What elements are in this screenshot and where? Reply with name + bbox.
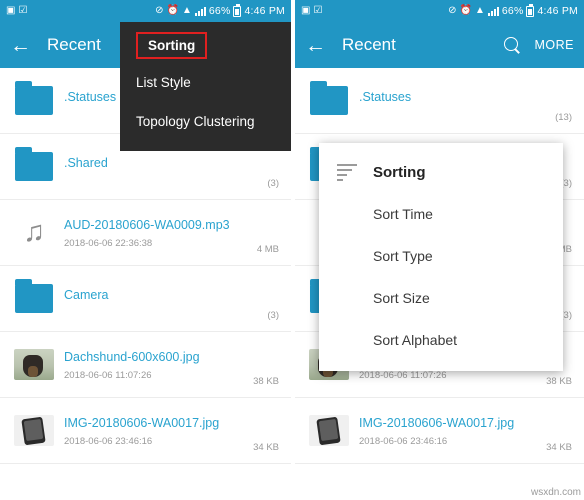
list-item[interactable]: IMG-20180606-WA0017.jpg 2018-06-06 23:46…	[294, 398, 584, 464]
battery-icon	[526, 3, 535, 17]
menu-item-sort-alphabet[interactable]: Sort Alphabet	[319, 319, 563, 361]
file-name: .Shared	[64, 156, 108, 170]
menu-item-sort-size[interactable]: Sort Size	[319, 277, 563, 319]
file-name: AUD-20180606-WA0009.mp3	[64, 217, 230, 232]
sorting-menu[interactable]: Sorting Sort Time Sort Type Sort Size So…	[318, 143, 563, 371]
file-size: 34 KB	[546, 442, 572, 453]
list-item-meta: IMG-20180606-WA0017.jpg 2018-06-06 23:46…	[351, 415, 546, 447]
list-item-meta: .Shared	[56, 156, 267, 176]
wifi-icon: ▲	[474, 5, 485, 16]
list-item-meta: AUD-20180606-WA0009.mp3 2018-06-06 22:36…	[56, 217, 257, 249]
list-item[interactable]: Camera (3)	[0, 266, 291, 332]
list-item[interactable]: Dachshund-600x600.jpg 2018-06-06 11:07:2…	[0, 332, 291, 398]
file-date: 2018-06-06 23:46:16	[64, 435, 153, 447]
file-name: IMG-20180606-WA0017.jpg	[358, 415, 515, 430]
list-item-meta: .Statuses	[351, 90, 555, 110]
mute-icon: ⊘	[448, 5, 457, 16]
folder-icon	[12, 147, 56, 181]
folder-icon	[307, 81, 351, 115]
app-bar-actions: MORE	[503, 36, 575, 54]
sim-icon: ▣	[6, 5, 16, 16]
menu-item-sorting[interactable]: Sorting	[136, 32, 208, 59]
file-date: 2018-06-06 11:07:26	[358, 369, 447, 381]
status-bar-right: ▣ ☑ ⊘ ⏰ ▲ 66% 4:46 PM	[294, 0, 584, 22]
alarm-icon: ⏰	[459, 5, 472, 16]
watermark: wsxdn.com	[530, 487, 581, 498]
file-size: 4 MB	[256, 244, 279, 255]
list-item[interactable]: .Statuses (13)	[294, 68, 584, 134]
music-note-icon: ♫	[23, 216, 45, 248]
clock: 4:46 PM	[244, 5, 285, 17]
back-arrow-icon[interactable]: ←	[305, 35, 326, 56]
status-bar-right-icons: ⊘ ⏰ ▲ 66% 4:46 PM	[155, 3, 285, 17]
screenshot-root: ▣ ☑ ⊘ ⏰ ▲ 66% 4:46 PM ← Recent .Statuses	[0, 0, 584, 500]
battery-percent: 66%	[501, 5, 524, 17]
file-name: IMG-20180606-WA0017.jpg	[64, 415, 220, 430]
mute-icon: ⊘	[155, 5, 164, 16]
list-item-meta: IMG-20180606-WA0017.jpg 2018-06-06 23:46…	[56, 415, 253, 447]
more-button[interactable]: MORE	[535, 38, 575, 52]
image-thumbnail	[307, 415, 351, 446]
menu-item-list-style[interactable]: List Style	[120, 63, 291, 102]
overflow-menu-left[interactable]: Sorting List Style Topology Clustering	[120, 22, 291, 151]
sorting-menu-title: Sorting	[372, 163, 426, 181]
signal-icon	[487, 6, 499, 16]
page-title: Recent	[341, 35, 396, 54]
back-arrow-icon[interactable]: ←	[10, 35, 31, 56]
file-size: 38 KB	[546, 376, 572, 387]
folder-icon	[12, 81, 56, 115]
battery-percent: 66%	[208, 5, 231, 17]
search-icon[interactable]	[503, 36, 521, 54]
sd-card-icon: ☑	[18, 5, 28, 16]
sort-list-icon	[336, 161, 359, 183]
list-item-meta: Camera	[56, 288, 267, 308]
menu-item-sort-type[interactable]: Sort Type	[319, 235, 563, 277]
app-bar-right: ← Recent MORE	[294, 22, 584, 68]
left-phone-screen: ▣ ☑ ⊘ ⏰ ▲ 66% 4:46 PM ← Recent .Statuses	[0, 0, 291, 500]
file-name: Dachshund-600x600.jpg	[64, 349, 200, 364]
status-bar-left: ▣ ☑ ⊘ ⏰ ▲ 66% 4:46 PM	[0, 0, 291, 22]
signal-icon	[194, 6, 206, 16]
image-thumbnail	[12, 415, 56, 446]
alarm-icon: ⏰	[166, 5, 179, 16]
list-item[interactable]: IMG-20180606-WA0017.jpg 2018-06-06 23:46…	[0, 398, 291, 464]
image-thumbnail	[12, 349, 56, 380]
list-item-meta: Dachshund-600x600.jpg 2018-06-06 11:07:2…	[56, 349, 253, 381]
menu-item-topology-clustering[interactable]: Topology Clustering	[120, 102, 291, 141]
clock: 4:46 PM	[537, 5, 578, 17]
file-size: 34 KB	[253, 442, 279, 453]
file-size: (3)	[267, 178, 279, 189]
sorting-menu-header: Sorting	[319, 149, 563, 193]
file-name: .Statuses	[358, 90, 412, 104]
sd-card-icon: ☑	[313, 5, 323, 16]
sim-icon: ▣	[300, 5, 311, 16]
file-size: (3)	[267, 310, 279, 321]
file-date: 2018-06-06 11:07:26	[64, 369, 152, 381]
right-phone-screen: ▣ ☑ ⊘ ⏰ ▲ 66% 4:46 PM ← Recent MORE .Sta…	[294, 0, 584, 500]
list-item[interactable]: ♫ AUD-20180606-WA0009.mp3 2018-06-06 22:…	[0, 200, 291, 266]
menu-item-sort-time[interactable]: Sort Time	[319, 193, 563, 235]
file-size: 38 KB	[253, 376, 279, 387]
page-title: Recent	[47, 35, 101, 54]
status-bar-left-icons: ▣ ☑	[301, 6, 322, 16]
folder-icon	[12, 279, 56, 313]
file-date: 2018-06-06 23:46:16	[358, 435, 448, 447]
file-date: 2018-06-06 22:36:38	[64, 237, 153, 249]
file-name: Camera	[64, 288, 109, 302]
file-size: (13)	[555, 112, 572, 123]
status-bar-left-icons: ▣ ☑	[6, 6, 27, 16]
wifi-icon: ▲	[181, 5, 192, 16]
battery-icon	[233, 3, 242, 17]
status-bar-right-icons: ⊘ ⏰ ▲ 66% 4:46 PM	[448, 3, 578, 17]
